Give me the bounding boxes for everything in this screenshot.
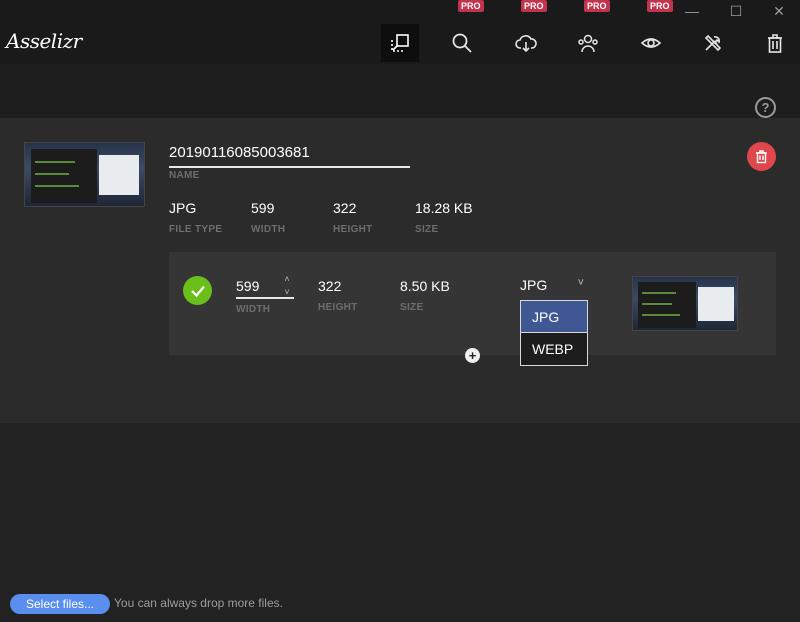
format-select[interactable]: JPG ˅ [520, 277, 586, 295]
output-width-input[interactable]: 599 [236, 278, 259, 294]
output-size-label: SIZE [400, 302, 424, 313]
close-button[interactable]: ✕ [768, 2, 790, 20]
download-tool-button[interactable] [507, 24, 545, 62]
width-label: WIDTH [251, 224, 286, 235]
help-icon[interactable]: ? [755, 97, 776, 118]
clear-all-button[interactable] [756, 24, 794, 62]
output-height-value: 322 [318, 278, 342, 294]
drop-hint-text: You can always drop more files. [114, 596, 283, 610]
cloud-download-icon [515, 35, 537, 53]
output-size-value: 8.50 KB [400, 278, 450, 294]
users-tool-button[interactable] [569, 24, 607, 62]
format-dropdown: JPG WEBP [520, 300, 588, 366]
maximize-button[interactable]: ☐ [725, 2, 747, 20]
chevron-down-icon[interactable]: ˅ [282, 287, 292, 297]
height-value: 322 [333, 200, 357, 216]
settings-tool-button[interactable] [694, 24, 732, 62]
search-tool-button[interactable] [443, 24, 481, 62]
file-type-value: JPG [169, 200, 197, 216]
source-thumbnail [24, 142, 145, 207]
chevron-down-icon: ˅ [577, 277, 584, 289]
output-height-label: HEIGHT [318, 302, 358, 313]
pro-badge: PRO [521, 0, 547, 12]
width-value: 599 [251, 200, 275, 216]
delete-file-button[interactable] [747, 142, 776, 171]
header-band [0, 64, 800, 118]
width-stepper[interactable]: ˄ ˅ [282, 274, 292, 297]
format-option-webp[interactable]: WEBP [521, 333, 587, 365]
pro-badge: PRO [458, 0, 484, 12]
trash-icon [768, 34, 782, 53]
file-name-input[interactable]: 20190116085003681 [169, 144, 310, 161]
resize-icon [391, 34, 409, 52]
tools-icon [704, 34, 722, 52]
file-name-underline [169, 166, 410, 168]
add-conversion-button[interactable]: + [465, 348, 480, 363]
name-label: NAME [169, 170, 200, 181]
size-label: SIZE [415, 224, 439, 235]
output-thumbnail [632, 276, 738, 331]
height-label: HEIGHT [333, 224, 373, 235]
eye-icon [640, 38, 662, 48]
preview-tool-button[interactable] [632, 24, 670, 62]
users-icon [578, 34, 598, 53]
width-input-underline [236, 297, 294, 299]
resize-tool-button[interactable] [381, 24, 419, 62]
pro-badge: PRO [584, 0, 610, 12]
pro-badge: PRO [647, 0, 673, 12]
output-width-label: WIDTH [236, 304, 271, 315]
trash-icon [756, 150, 767, 164]
format-option-jpg[interactable]: JPG [521, 301, 587, 333]
minimize-button[interactable]: — [681, 2, 703, 20]
select-files-button[interactable]: Select files... [10, 594, 110, 614]
format-select-value: JPG [520, 277, 548, 293]
app-logo: Asselizr [6, 29, 82, 53]
checkmark-icon [183, 276, 212, 305]
chevron-up-icon[interactable]: ˄ [282, 274, 292, 284]
size-value: 18.28 KB [415, 200, 473, 216]
search-icon [452, 33, 472, 53]
file-type-label: FILE TYPE [169, 224, 223, 235]
toolbar: Asselizr — ☐ ✕ PRO PRO PRO PRO [0, 0, 800, 64]
